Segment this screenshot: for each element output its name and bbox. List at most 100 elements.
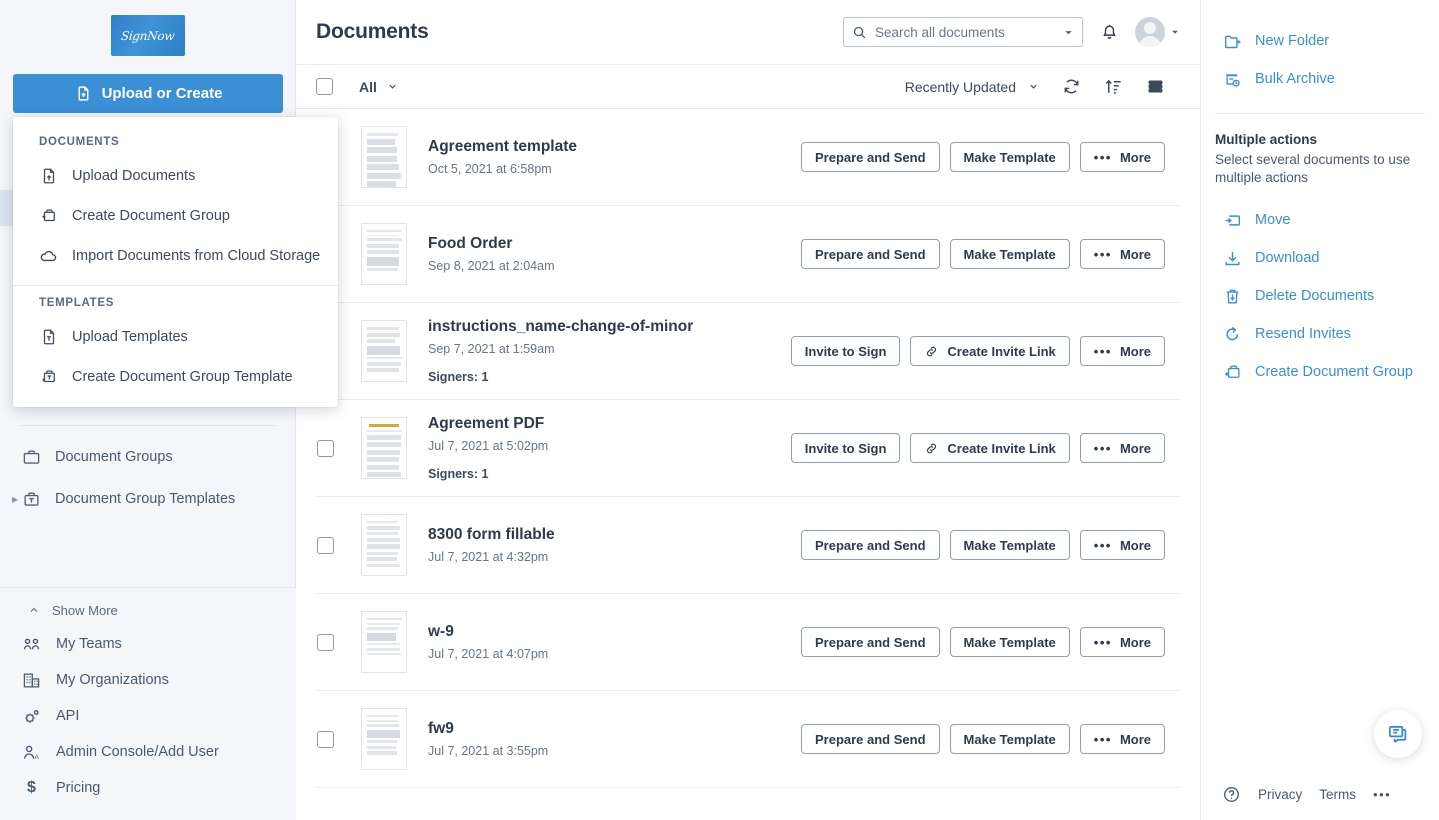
select-all-checkbox[interactable]	[316, 78, 333, 95]
notifications-bell-icon[interactable]	[1099, 23, 1119, 42]
help-icon[interactable]	[1221, 785, 1241, 804]
row-checkbox[interactable]	[317, 440, 334, 457]
make-template-button[interactable]: Make Template	[950, 530, 1070, 560]
chevron-right-icon[interactable]: ▶	[12, 495, 18, 504]
document-thumbnail[interactable]	[361, 223, 407, 285]
menu-item-create-document-group[interactable]: Create Document Group	[13, 196, 338, 236]
document-thumbnail[interactable]	[361, 126, 407, 188]
more-button[interactable]: •••More	[1080, 336, 1165, 366]
delete-documents-label: Delete Documents	[1255, 288, 1374, 304]
document-name[interactable]: fw9	[428, 720, 801, 738]
make-template-button[interactable]: Make Template	[950, 627, 1070, 657]
more-dots-icon: •••	[1094, 732, 1112, 747]
show-more-button[interactable]: Show More	[0, 594, 296, 626]
more-button[interactable]: •••More	[1080, 627, 1165, 657]
user-menu[interactable]	[1135, 17, 1180, 47]
prepare-and-send-button[interactable]: Prepare and Send	[801, 627, 940, 657]
prepare-and-send-button[interactable]: Prepare and Send	[801, 724, 940, 754]
upload-or-create-button[interactable]: Upload or Create	[13, 74, 283, 113]
prepare-and-send-button[interactable]: Prepare and Send	[801, 239, 940, 269]
make-template-button[interactable]: Make Template	[950, 724, 1070, 754]
sidebar-item-admin-console-label: Admin Console/Add User	[56, 744, 219, 760]
more-button[interactable]: •••More	[1080, 433, 1165, 463]
move-button[interactable]: Move	[1201, 201, 1439, 239]
sort-icon[interactable]	[1103, 77, 1123, 96]
resend-invites-button[interactable]: Resend Invites	[1201, 315, 1439, 353]
refresh-icon[interactable]	[1061, 77, 1081, 96]
delete-documents-button[interactable]: Delete Documents	[1201, 277, 1439, 315]
privacy-link[interactable]: Privacy	[1258, 787, 1302, 802]
sidebar-item-document-group-templates[interactable]: ▶ Document Group Templates	[0, 478, 295, 520]
invite-to-sign-button[interactable]: Invite to Sign	[791, 433, 901, 463]
search-input[interactable]	[875, 25, 1043, 40]
main-content: Documents	[296, 0, 1200, 820]
prepare-and-send-button[interactable]: Prepare and Send	[801, 530, 940, 560]
show-more-label: Show More	[52, 603, 118, 618]
sidebar-item-my-teams[interactable]: My Teams	[0, 626, 296, 662]
create-document-group-button[interactable]: Create Document Group	[1201, 353, 1439, 391]
chevron-down-icon[interactable]	[1170, 23, 1180, 42]
signnow-logo[interactable]: SignNow	[111, 15, 185, 56]
make-template-button[interactable]: Make Template	[950, 142, 1070, 172]
make-template-button[interactable]: Make Template	[950, 239, 1070, 269]
sidebar-item-api[interactable]: API	[0, 698, 296, 734]
more-label: More	[1120, 441, 1151, 456]
document-name[interactable]: Agreement PDF	[428, 415, 791, 433]
document-info: w-9 Jul 7, 2021 at 4:07pm	[428, 623, 801, 661]
sidebar-item-my-organizations[interactable]: My Organizations	[0, 662, 296, 698]
document-thumbnail[interactable]	[361, 320, 407, 382]
more-button[interactable]: •••More	[1080, 142, 1165, 172]
filter-dropdown-label: All	[359, 79, 377, 95]
row-checkbox[interactable]	[317, 731, 334, 748]
sidebar-item-pricing[interactable]: $ Pricing	[0, 770, 296, 806]
table-row[interactable]: 8300 form fillableJul 7, 2021 at 4:32pmP…	[316, 497, 1180, 594]
more-label: More	[1120, 635, 1151, 650]
sidebar-item-admin-console[interactable]: A Admin Console/Add User	[0, 734, 296, 770]
document-thumbnail[interactable]	[361, 611, 407, 673]
document-name[interactable]: Food Order	[428, 235, 801, 253]
chat-support-button[interactable]	[1374, 710, 1422, 758]
table-row[interactable]: instructions_name-change-of-minorSep 7, …	[316, 303, 1180, 400]
row-checkbox[interactable]	[317, 634, 334, 651]
document-name[interactable]: w-9	[428, 623, 801, 641]
filter-dropdown[interactable]: All	[359, 77, 398, 96]
document-name[interactable]: 8300 form fillable	[428, 526, 801, 544]
create-invite-link-button[interactable]: Create Invite Link	[910, 433, 1069, 463]
more-button[interactable]: •••More	[1080, 724, 1165, 754]
table-row[interactable]: Agreement PDFJul 7, 2021 at 5:02pmSigner…	[316, 400, 1180, 497]
chevron-down-icon[interactable]	[1062, 23, 1074, 42]
menu-item-import-from-cloud-storage[interactable]: Import Documents from Cloud Storage	[13, 236, 338, 276]
document-thumbnail[interactable]	[361, 514, 407, 576]
bulk-archive-button[interactable]: Bulk Archive	[1201, 60, 1439, 98]
table-row[interactable]: w-9 Jul 7, 2021 at 4:07pmPrepare and Send…	[316, 594, 1180, 691]
document-info: instructions_name-change-of-minorSep 7, …	[428, 318, 791, 384]
view-density-icon[interactable]	[1145, 77, 1165, 96]
sidebar-item-document-groups-label: Document Groups	[55, 449, 173, 465]
new-folder-button[interactable]: New Folder	[1201, 22, 1439, 60]
create-invite-link-button[interactable]: Create Invite Link	[910, 336, 1069, 366]
invite-to-sign-button[interactable]: Invite to Sign	[791, 336, 901, 366]
menu-item-upload-templates[interactable]: Upload Templates	[13, 317, 338, 357]
row-actions: Prepare and Send Make Template •••More	[801, 142, 1165, 172]
menu-item-create-document-group-template[interactable]: Create Document Group Template	[13, 357, 338, 397]
document-thumbnail[interactable]	[361, 708, 407, 770]
more-dots-icon[interactable]: •••	[1373, 787, 1391, 802]
page-title: Documents	[316, 20, 429, 44]
table-row[interactable]: Food OrderSep 8, 2021 at 2:04amPrepare a…	[316, 206, 1180, 303]
table-row[interactable]: Agreement templateOct 5, 2021 at 6:58pmP…	[316, 109, 1180, 206]
sort-dropdown[interactable]: Recently Updated	[905, 77, 1039, 96]
download-button[interactable]: Download	[1201, 239, 1439, 277]
search-box[interactable]	[843, 17, 1083, 47]
table-row[interactable]: fw9Jul 7, 2021 at 3:55pmPrepare and Send…	[316, 691, 1180, 788]
document-name[interactable]: Agreement template	[428, 138, 801, 156]
menu-item-upload-documents[interactable]: Upload Documents	[13, 156, 338, 196]
document-name[interactable]: instructions_name-change-of-minor	[428, 318, 791, 336]
document-date: Jul 7, 2021 at 4:07pm	[428, 647, 801, 661]
row-checkbox[interactable]	[317, 537, 334, 554]
terms-link[interactable]: Terms	[1319, 787, 1356, 802]
more-button[interactable]: •••More	[1080, 530, 1165, 560]
sidebar-item-document-groups[interactable]: Document Groups	[0, 436, 295, 478]
more-button[interactable]: •••More	[1080, 239, 1165, 269]
prepare-and-send-button[interactable]: Prepare and Send	[801, 142, 940, 172]
document-thumbnail[interactable]	[361, 417, 407, 479]
